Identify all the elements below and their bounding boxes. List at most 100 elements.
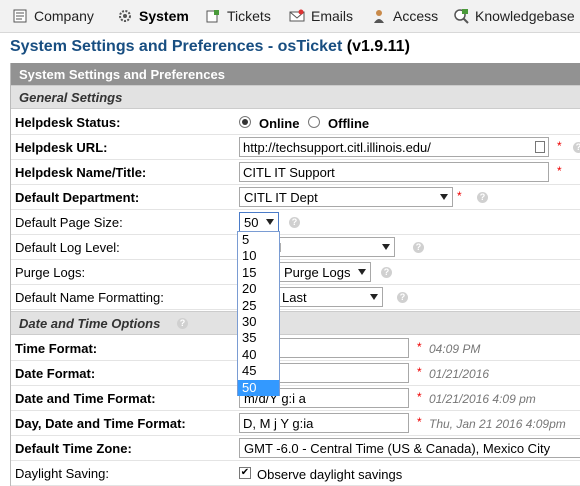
help-icon[interactable]: ? (477, 192, 488, 203)
help-icon[interactable]: ? (177, 318, 188, 329)
page-size-option[interactable]: 15 (238, 265, 279, 281)
row-default-log-level: Default Log Level: N ? (11, 235, 580, 260)
company-icon (13, 9, 27, 23)
default-department-label: Default Department: (15, 190, 140, 205)
default-time-zone-value: GMT -6.0 - Central Time (US & Canada), M… (244, 441, 551, 456)
nav-tickets-label: Tickets (227, 8, 271, 24)
required-marker: * (417, 415, 422, 429)
helpdesk-name-label: Helpdesk Name/Title: (15, 165, 147, 180)
page-size-option[interactable]: 45 (238, 363, 279, 379)
tickets-icon (206, 10, 219, 23)
page-size-option[interactable]: 30 (238, 314, 279, 330)
day-date-time-format-example: Thu, Jan 21 2016 4:09pm (429, 417, 566, 431)
row-default-name-formatting: Default Name Formatting: Last ? (11, 285, 580, 310)
radio-online-label: Online (259, 116, 300, 131)
required-marker: * (557, 164, 562, 178)
nav-tickets[interactable]: Tickets (205, 6, 271, 26)
purge-logs-label: Purge Logs: (15, 265, 86, 280)
radio-offline-label: Offline (328, 116, 370, 131)
helpdesk-url-value: http://techsupport.citl.illinois.edu/ (243, 140, 431, 155)
section-date-time-label: Date and Time Options (19, 316, 161, 331)
time-format-label: Time Format: (15, 341, 98, 356)
day-date-time-format-input[interactable]: D, M j Y g:ia (239, 413, 409, 433)
default-time-zone-label: Default Time Zone: (15, 441, 132, 456)
date-time-format-example: 01/21/2016 4:09 pm (429, 392, 536, 406)
default-page-size-value: 50 (244, 215, 259, 230)
page-size-option[interactable]: 35 (238, 330, 279, 346)
default-department-value: CITL IT Dept (244, 190, 318, 205)
chevron-down-icon (370, 294, 378, 300)
panel-header: System Settings and Preferences (11, 63, 580, 85)
email-icon (289, 9, 305, 22)
settings-panel: System Settings and Preferences General … (10, 63, 580, 486)
row-time-format: Time Format: * 04:09 PM (11, 336, 580, 361)
default-name-formatting-label: Default Name Formatting: (15, 290, 164, 305)
top-nav: Company System Tickets Emails Access Kno… (0, 0, 580, 33)
nav-access[interactable]: Access (371, 6, 438, 26)
required-marker: * (417, 365, 422, 379)
helpdesk-name-input[interactable]: CITL IT Support (239, 162, 549, 182)
nav-company-label: Company (34, 8, 94, 24)
help-icon[interactable]: ? (573, 142, 580, 153)
nav-emails[interactable]: Emails (289, 6, 353, 26)
autofill-icon[interactable] (535, 141, 545, 153)
row-helpdesk-status: Helpdesk Status: Online Offline (11, 110, 580, 135)
page-size-dropdown-list: 5 10 15 20 25 30 35 40 45 50 (237, 231, 280, 396)
chevron-down-icon (382, 244, 390, 250)
row-purge-logs: Purge Logs: Purge Logs ? (11, 260, 580, 285)
helpdesk-url-input[interactable]: http://techsupport.citl.illinois.edu/ (239, 137, 549, 157)
daylight-saving-checkbox-label: Observe daylight savings (257, 467, 403, 482)
access-icon (374, 10, 384, 23)
help-icon[interactable]: ? (289, 217, 300, 228)
page-size-option[interactable]: 10 (238, 248, 279, 264)
page-title-text: System Settings and Preferences - osTick… (10, 38, 343, 55)
page-size-option[interactable]: 25 (238, 298, 279, 314)
page-size-option[interactable]: 5 (238, 232, 279, 248)
page-title: System Settings and Preferences - osTick… (10, 38, 410, 56)
help-icon[interactable]: ? (381, 267, 392, 278)
purge-logs-value: Purge Logs (284, 265, 351, 280)
helpdesk-url-label: Helpdesk URL: (15, 140, 108, 155)
row-helpdesk-url: Helpdesk URL: http://techsupport.citl.il… (11, 135, 580, 160)
row-default-page-size: Default Page Size: 50 ? (11, 210, 580, 235)
time-format-example: 04:09 PM (429, 342, 481, 356)
page-size-option[interactable]: 40 (238, 347, 279, 363)
required-marker: * (417, 390, 422, 404)
default-name-formatting-value: Last (282, 290, 307, 305)
default-department-select[interactable]: CITL IT Dept (239, 187, 453, 207)
day-date-time-format-label: Day, Date and Time Format: (15, 416, 186, 431)
default-page-size-select[interactable]: 50 (239, 212, 279, 232)
required-marker: * (417, 340, 422, 354)
knowledgebase-icon (454, 9, 469, 24)
nav-company[interactable]: Company (12, 6, 94, 26)
default-page-size-label: Default Page Size: (15, 215, 123, 230)
radio-offline[interactable] (308, 116, 320, 128)
nav-emails-label: Emails (311, 8, 354, 24)
help-icon[interactable]: ? (413, 242, 424, 253)
page-size-option[interactable]: 20 (238, 281, 279, 297)
page-size-option-selected[interactable]: 50 (238, 379, 279, 396)
row-day-date-time-format: Day, Date and Time Format: D, M j Y g:ia… (11, 411, 580, 436)
date-time-format-label: Date and Time Format: (15, 391, 156, 406)
daylight-saving-checkbox[interactable]: ✔ (239, 467, 251, 479)
nav-access-label: Access (393, 8, 439, 24)
section-date-time-options: Date and Time Options ? (11, 311, 580, 335)
row-helpdesk-name: Helpdesk Name/Title: CITL IT Support * (11, 160, 580, 185)
section-general-settings: General Settings (11, 85, 580, 109)
gear-icon (119, 10, 131, 22)
row-default-time-zone: Default Time Zone: GMT -6.0 - Central Ti… (11, 436, 580, 461)
day-date-time-format-value: D, M j Y g:ia (243, 416, 314, 431)
nav-knowledgebase[interactable]: Knowledgebase (453, 6, 575, 26)
date-format-example: 01/21/2016 (429, 367, 490, 381)
row-daylight-saving: Daylight Saving: ✔ Observe daylight savi… (11, 461, 580, 486)
default-time-zone-select[interactable]: GMT -6.0 - Central Time (US & Canada), M… (239, 438, 580, 458)
helpdesk-status-label: Helpdesk Status: (15, 115, 121, 130)
help-icon[interactable]: ? (397, 292, 408, 303)
chevron-down-icon (266, 219, 274, 225)
radio-online[interactable] (239, 116, 251, 128)
nav-knowledgebase-label: Knowledgebase (475, 8, 575, 24)
nav-system[interactable]: System (117, 6, 189, 26)
row-date-format: Date Format: * 01/21/2016 (11, 361, 580, 386)
required-marker: * (557, 139, 562, 153)
row-default-department: Default Department: CITL IT Dept * ? (11, 185, 580, 210)
